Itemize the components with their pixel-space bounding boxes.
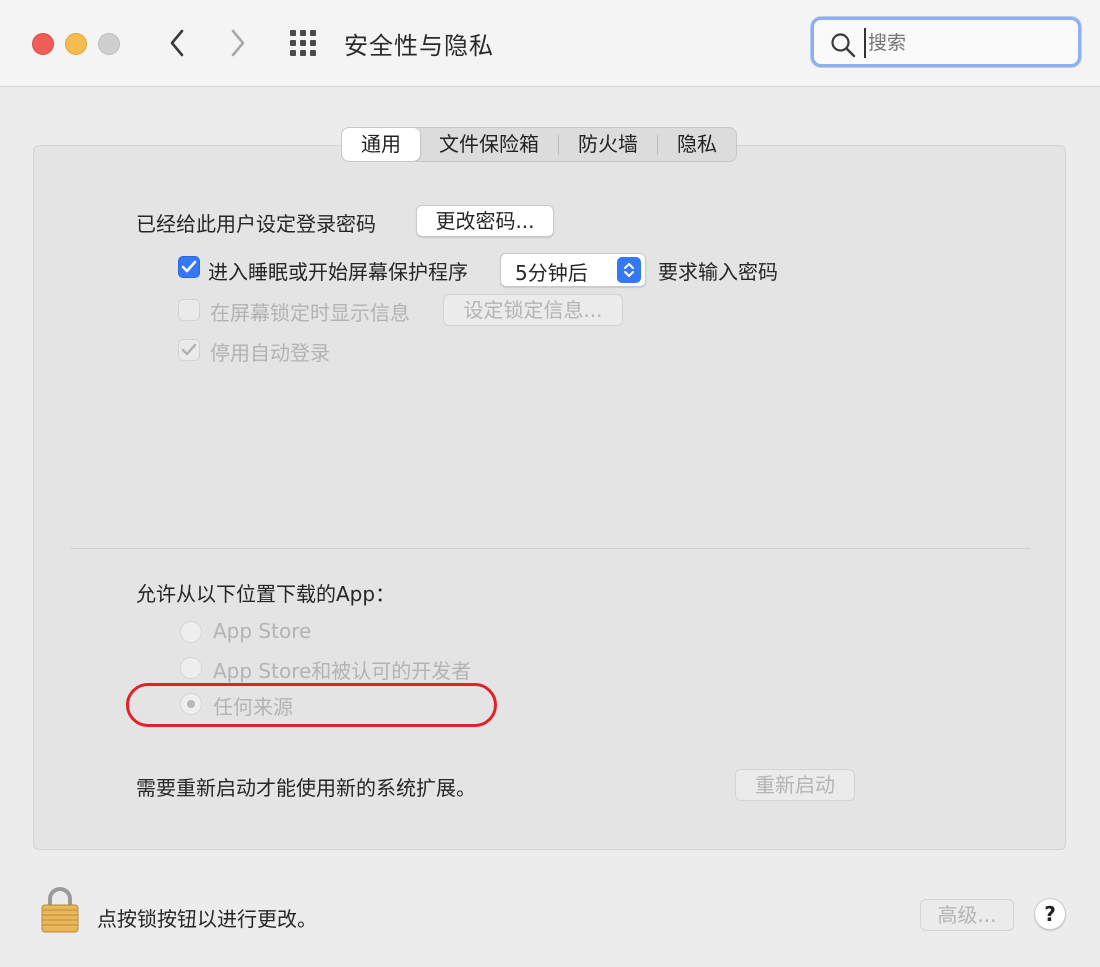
login-password-label: 已经给此用户设定登录密码: [136, 212, 376, 236]
radio-app-store[interactable]: [180, 621, 202, 643]
sleep-require-password-checkbox[interactable]: [178, 256, 200, 278]
lock-button[interactable]: [40, 886, 80, 934]
content-panel: [33, 145, 1066, 850]
change-password-button[interactable]: 更改密码...: [416, 205, 554, 237]
search-field[interactable]: [811, 17, 1081, 67]
tab-general[interactable]: 通用: [342, 128, 420, 161]
tab-privacy[interactable]: 隐私: [658, 128, 736, 161]
radio-identified-developers[interactable]: [180, 657, 202, 679]
password-delay-value: 5分钟后: [515, 261, 588, 285]
allow-downloads-heading: 允许从以下位置下载的App：: [136, 582, 396, 606]
advanced-button[interactable]: 高级...: [920, 899, 1014, 931]
show-all-grid-button[interactable]: [288, 30, 322, 56]
forward-button[interactable]: [221, 24, 255, 62]
sleep-require-label: 进入睡眠或开始屏幕保护程序: [208, 260, 468, 284]
annotation-highlight-ring: [126, 683, 497, 727]
extensions-message: 需要重新启动才能使用新的系统扩展。: [136, 776, 476, 800]
zoom-button[interactable]: [98, 33, 120, 55]
password-delay-select[interactable]: 5分钟后: [500, 253, 646, 287]
title-bar: 安全性与隐私: [0, 0, 1100, 87]
window-title: 安全性与隐私: [344, 32, 494, 60]
chevron-up-down-icon: [617, 257, 641, 283]
radio-app-store-label: App Store: [213, 619, 312, 643]
close-button[interactable]: [32, 33, 54, 55]
radio-identified-developers-label: App Store和被认可的开发者: [213, 659, 472, 683]
require-password-suffix: 要求输入密码: [658, 260, 778, 284]
show-lock-message-checkbox[interactable]: [178, 299, 200, 321]
tab-bar: 通用 文件保险箱 防火墙 隐私: [341, 127, 737, 162]
show-lock-message-label: 在屏幕锁定时显示信息: [210, 301, 410, 325]
help-button[interactable]: ?: [1034, 898, 1066, 930]
lock-hint-text: 点按锁按钮以进行更改。: [97, 907, 317, 931]
tab-firewall[interactable]: 防火墙: [559, 128, 657, 161]
minimize-button[interactable]: [65, 33, 87, 55]
disable-autologin-checkbox[interactable]: [178, 339, 200, 361]
checkmark-icon: [181, 343, 197, 356]
search-icon: [831, 33, 856, 58]
disable-autologin-label: 停用自动登录: [210, 341, 330, 365]
padlock-icon: [41, 887, 79, 933]
search-input[interactable]: [864, 28, 1070, 58]
chevron-right-icon: [231, 29, 245, 57]
section-divider: [70, 548, 1030, 549]
set-lock-message-button[interactable]: 设定锁定信息...: [443, 294, 623, 326]
checkmark-icon: [181, 260, 197, 273]
restart-button[interactable]: 重新启动: [735, 769, 855, 801]
chevron-left-icon: [170, 29, 184, 57]
tab-filevault[interactable]: 文件保险箱: [420, 128, 558, 161]
back-button[interactable]: [160, 24, 194, 62]
